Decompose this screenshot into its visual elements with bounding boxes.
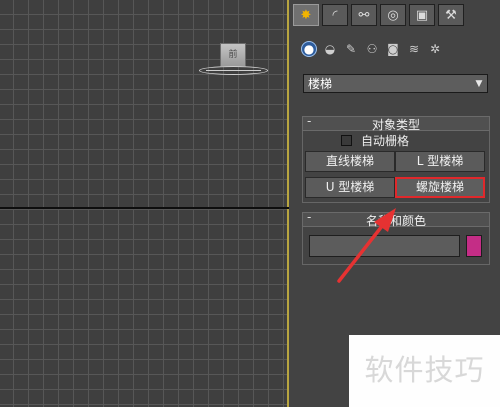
- space-warps-button[interactable]: ≋: [406, 41, 422, 57]
- object-name-input[interactable]: [309, 235, 460, 257]
- spiral-stair-button[interactable]: 螺旋楼梯: [395, 177, 485, 198]
- hierarchy-icon: ⚯: [358, 7, 370, 23]
- autogrid-row: 自动栅格: [341, 133, 410, 148]
- systems-button[interactable]: ✲: [427, 41, 443, 57]
- create-icon: ✸: [300, 7, 312, 23]
- modify-icon: ◜: [332, 7, 338, 23]
- cameras-button[interactable]: ⚇: [364, 41, 380, 57]
- l-type-stair-button[interactable]: L 型楼梯: [395, 151, 485, 172]
- viewcube[interactable]: 前: [220, 43, 246, 67]
- grid-axis-line: [0, 207, 289, 209]
- command-panel-tabs: ✸ ◜ ⚯ ◎ ▣ ⚒: [293, 4, 493, 26]
- utilities-tab[interactable]: ⚒: [438, 4, 464, 26]
- helpers-button[interactable]: ◙: [385, 41, 401, 57]
- geometry-icon: ●: [303, 42, 315, 56]
- cameras-icon: ⚇: [366, 42, 378, 56]
- u-type-stair-button[interactable]: U 型楼梯: [305, 177, 395, 198]
- straight-stair-button[interactable]: 直线楼梯: [305, 151, 395, 172]
- motion-icon: ◎: [387, 7, 399, 23]
- lights-button[interactable]: ✎: [343, 41, 359, 57]
- geometry-button[interactable]: ●: [301, 41, 317, 57]
- autogrid-checkbox[interactable]: [341, 134, 352, 146]
- shapes-icon: ◒: [324, 42, 336, 56]
- autogrid-label: 自动栅格: [361, 133, 410, 148]
- shapes-button[interactable]: ◒: [322, 41, 338, 57]
- category-dropdown-value: 楼梯: [308, 77, 333, 91]
- chevron-down-icon: ▼: [475, 78, 483, 89]
- object-type-rollout-header[interactable]: - 对象类型: [302, 114, 490, 132]
- category-dropdown[interactable]: 楼梯 ▼: [303, 74, 488, 93]
- create-category-bar: ● ◒ ✎ ⚇ ◙ ≋ ✲: [301, 40, 443, 58]
- object-color-swatch[interactable]: [466, 235, 482, 257]
- lights-icon: ✎: [345, 42, 357, 56]
- space-warps-icon: ≋: [408, 42, 420, 56]
- utilities-icon: ⚒: [445, 7, 457, 23]
- watermark: 软件技巧: [349, 335, 500, 407]
- motion-tab[interactable]: ◎: [380, 4, 406, 26]
- display-tab[interactable]: ▣: [409, 4, 435, 26]
- display-icon: ▣: [415, 7, 429, 23]
- hierarchy-tab[interactable]: ⚯: [351, 4, 377, 26]
- viewcube-compass-ring[interactable]: [199, 66, 268, 75]
- modify-tab[interactable]: ◜: [322, 4, 348, 26]
- systems-icon: ✲: [429, 42, 441, 56]
- viewport-grid[interactable]: 前: [0, 0, 289, 407]
- create-tab[interactable]: ✸: [293, 4, 319, 26]
- viewcube-face-label: 前: [228, 50, 238, 60]
- helpers-icon: ◙: [387, 42, 399, 56]
- name-color-rollout-header[interactable]: - 名称和颜色: [302, 210, 490, 228]
